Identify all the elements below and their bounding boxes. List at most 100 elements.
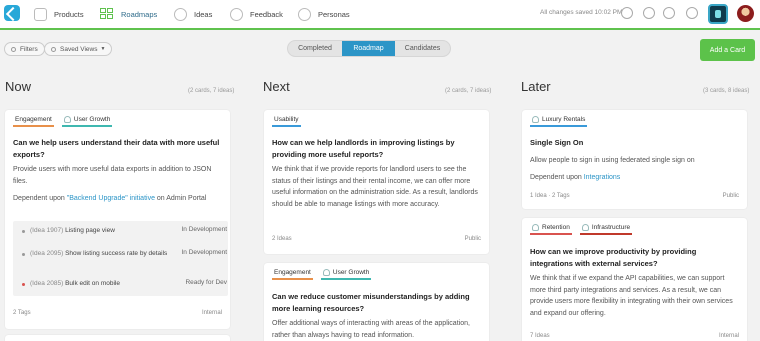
user-avatar[interactable] xyxy=(737,5,754,22)
help-icon[interactable] xyxy=(686,7,698,19)
saved-views-dropdown[interactable]: Saved Views ▼ xyxy=(44,42,113,56)
tag-engagement[interactable]: Engagement xyxy=(13,116,54,127)
persona-icon xyxy=(322,269,330,276)
tag-usability[interactable]: Usability xyxy=(272,116,301,127)
persona-icon xyxy=(63,116,71,123)
tag-label: Infrastructure xyxy=(591,224,631,231)
notifications-bell-icon[interactable] xyxy=(643,7,655,19)
tag-label: Retention xyxy=(542,224,570,231)
dependency-suffix: on Admin Portal xyxy=(154,195,207,202)
saved-views-label: Saved Views xyxy=(60,45,98,53)
card-title[interactable]: Can we reduce customer misunderstandings… xyxy=(272,291,482,315)
column-count-later: (3 cards, 8 ideas) xyxy=(703,88,750,94)
nav-feedback[interactable]: Feedback xyxy=(230,0,283,28)
tag-user-growth[interactable]: User Growth xyxy=(320,269,372,280)
card-description: Allow people to sign in using federated … xyxy=(530,157,695,164)
nav-products[interactable]: Products xyxy=(34,0,84,28)
chat-bubble-icon[interactable] xyxy=(663,7,675,19)
idea-title: Show listing success rate by details xyxy=(65,250,168,257)
tag-label: User Growth xyxy=(73,116,111,123)
card-visibility: Internal xyxy=(718,333,739,339)
card-title[interactable]: Single Sign On xyxy=(530,137,740,149)
idea-status: In Development xyxy=(181,249,227,256)
idea-id: (Idea 1907) xyxy=(30,227,64,234)
roadmap-icon xyxy=(100,8,114,20)
nav-personas-label: Personas xyxy=(318,9,350,19)
card-visibility: Public xyxy=(722,193,739,199)
search-icon[interactable] xyxy=(621,7,633,19)
workspace-avatar[interactable] xyxy=(708,4,728,24)
save-status: All changes saved 10:02 PM xyxy=(540,9,623,16)
nav-roadmaps[interactable]: Roadmaps xyxy=(100,0,157,28)
idea-title: Listing page view xyxy=(65,227,115,234)
card-idea-count: 7 Ideas xyxy=(530,333,550,339)
nav-ideas[interactable]: Ideas xyxy=(174,0,212,28)
tag-retention[interactable]: Retention xyxy=(530,224,572,235)
add-card-button[interactable]: Add a Card xyxy=(700,39,755,61)
card-tags: Retention Infrastructure xyxy=(530,224,640,235)
roadmap-card[interactable] xyxy=(5,335,230,341)
nav-personas[interactable]: Personas xyxy=(298,0,350,28)
card-visibility: Public xyxy=(464,236,481,242)
card-idea-tag-count: 1 Idea · 2 Tags xyxy=(530,193,570,199)
chat-icon xyxy=(230,7,243,21)
tag-luxury-rentals[interactable]: Luxury Rentals xyxy=(530,116,588,127)
eye-icon xyxy=(51,46,56,52)
tag-infrastructure[interactable]: Infrastructure xyxy=(579,224,633,235)
card-description: Provide users with more useful data expo… xyxy=(13,166,212,185)
tag-user-growth[interactable]: User Growth xyxy=(61,116,113,127)
persona-icon xyxy=(532,224,539,231)
idea-id: (Idea 2085) xyxy=(30,280,64,287)
idea-title: Bulk edit on mobile xyxy=(65,280,120,287)
column-title-now: Now xyxy=(5,79,32,94)
card-title[interactable]: How can we help landlords in improving l… xyxy=(272,137,482,161)
nav-ideas-label: Ideas xyxy=(194,9,213,19)
dependency-link[interactable]: "Backend Upgrade" initiative xyxy=(67,195,155,202)
dependency-link[interactable]: Integrations xyxy=(584,174,621,181)
column-count-now: (2 cards, 7 ideas) xyxy=(188,88,235,94)
dependency-prefix: Dependent upon xyxy=(13,195,67,202)
roadmap-card[interactable]: Luxury Rentals Single Sign On Allow peop… xyxy=(522,110,747,209)
nav-roadmaps-label: Roadmaps xyxy=(121,9,158,19)
filters-label: Filters xyxy=(20,45,38,53)
filters-button[interactable]: Filters xyxy=(4,42,45,56)
card-title[interactable]: How can we improve productivity by provi… xyxy=(530,246,740,270)
tab-completed[interactable]: Completed xyxy=(288,41,342,56)
card-idea-count: 2 Ideas xyxy=(272,236,292,242)
column-title-later: Later xyxy=(521,79,551,94)
roadmap-card[interactable]: Usability How can we help landlords in i… xyxy=(264,110,489,254)
card-description: Offer additional ways of interacting wit… xyxy=(272,320,470,339)
column-count-next: (2 cards, 7 ideas) xyxy=(445,88,492,94)
dependency-prefix: Dependent upon xyxy=(530,174,584,181)
bullet-icon xyxy=(22,253,25,256)
card-visibility: Internal xyxy=(201,310,222,316)
card-title[interactable]: Can we help users understand their data … xyxy=(13,137,223,161)
idea-name: (Idea 1907) Listing page view xyxy=(30,226,170,235)
card-tags: Usability xyxy=(272,116,309,127)
nav-products-label: Products xyxy=(54,9,84,19)
top-nav-bar: Products Roadmaps Ideas Feedback Persona… xyxy=(0,0,760,30)
tab-roadmap[interactable]: Roadmap xyxy=(342,41,395,56)
card-dependency: Dependent upon Integrations xyxy=(530,172,742,184)
card-description: We think that if we expand the API capab… xyxy=(530,275,733,317)
tag-label: Luxury Rentals xyxy=(542,116,586,123)
bullet-icon xyxy=(22,283,25,286)
roadmap-card[interactable]: Engagement User Growth Can we help users… xyxy=(5,110,230,329)
idea-status: In Development xyxy=(181,226,227,233)
card-tags: Engagement User Growth xyxy=(272,269,379,280)
cube-icon xyxy=(34,7,47,21)
roadmap-card[interactable]: Retention Infrastructure How can we impr… xyxy=(522,218,747,341)
roadmap-card[interactable]: Engagement User Growth Can we reduce cus… xyxy=(264,263,489,341)
chevron-down-icon: ▼ xyxy=(100,46,106,52)
tag-engagement[interactable]: Engagement xyxy=(272,269,313,280)
view-tabs: Completed Roadmap Candidates xyxy=(287,40,451,57)
persona-icon xyxy=(581,224,589,231)
tag-label: User Growth xyxy=(332,269,370,276)
nav-feedback-label: Feedback xyxy=(250,9,283,19)
card-tags: Engagement User Growth xyxy=(13,116,120,127)
app-logo-icon[interactable] xyxy=(4,5,20,21)
filter-icon xyxy=(11,46,16,52)
tab-candidates[interactable]: Candidates xyxy=(395,41,450,56)
card-tags: Luxury Rentals xyxy=(530,116,595,127)
person-icon xyxy=(298,7,311,21)
